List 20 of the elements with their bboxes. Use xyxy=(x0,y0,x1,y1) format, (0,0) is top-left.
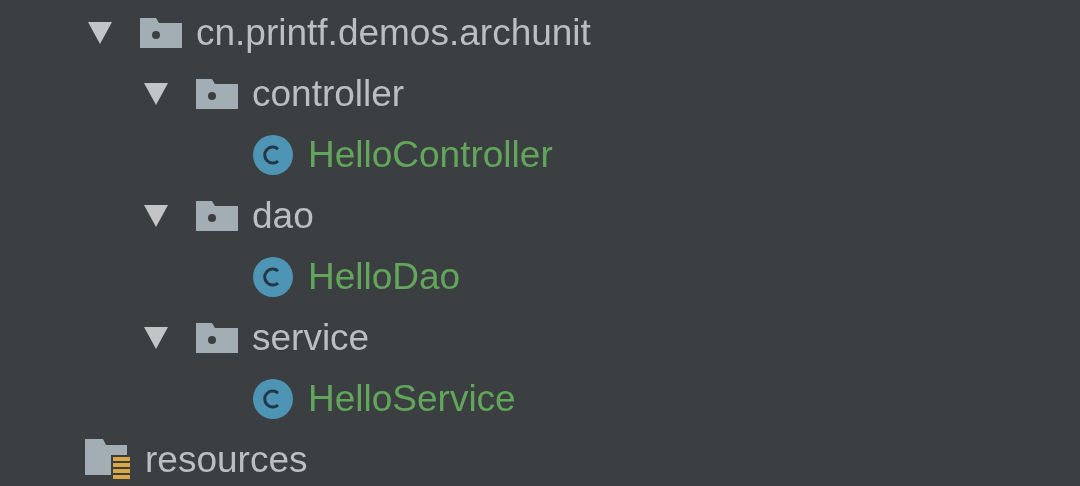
resources-folder-icon xyxy=(85,438,131,481)
class-name[interactable]: HelloController xyxy=(308,133,553,176)
folder-name[interactable]: service xyxy=(252,316,370,359)
folder-name[interactable]: resources xyxy=(145,438,308,481)
class-name[interactable]: HelloService xyxy=(308,377,516,420)
folder-name[interactable]: cn.printf.demos.archunit xyxy=(196,11,591,54)
class-name[interactable]: HelloDao xyxy=(308,255,461,298)
folder-name[interactable]: controller xyxy=(252,72,405,115)
class-icon xyxy=(252,255,294,298)
collapse-arrow-icon[interactable] xyxy=(144,204,168,227)
collapse-arrow-icon[interactable] xyxy=(88,21,112,44)
package-folder-icon xyxy=(196,78,238,109)
collapse-arrow-icon[interactable] xyxy=(144,326,168,349)
class-icon xyxy=(252,133,294,176)
folder-name[interactable]: dao xyxy=(252,194,314,237)
collapse-arrow-icon[interactable] xyxy=(144,82,168,105)
package-folder-icon xyxy=(140,17,182,48)
class-icon xyxy=(252,377,294,420)
package-folder-icon xyxy=(196,322,238,353)
package-folder-icon xyxy=(196,200,238,231)
